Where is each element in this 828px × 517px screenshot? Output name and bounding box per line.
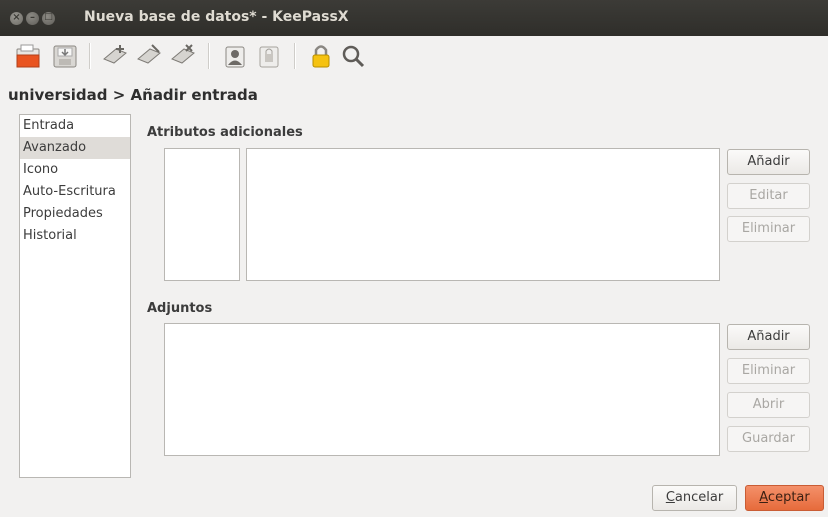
accept-mnemonic: A (759, 490, 768, 505)
toolbar-separator (89, 43, 91, 69)
save-database-button[interactable] (50, 41, 80, 71)
add-attachment-button[interactable]: Añadir (727, 324, 810, 350)
attributes-section-title: Atributos adicionales (147, 125, 303, 140)
page-title: universidad > Añadir entrada (8, 86, 258, 104)
open-attachment-button[interactable]: Abrir (727, 392, 810, 418)
cancel-button[interactable]: Cancelar (652, 485, 737, 511)
save-database-icon (53, 45, 77, 68)
add-entry-button[interactable] (100, 41, 130, 71)
search-icon (342, 45, 365, 68)
toolbar (0, 36, 828, 80)
toolbar-separator (208, 43, 210, 69)
cancel-mnemonic: C (665, 490, 675, 505)
category-item-avanzado[interactable]: Avanzado (20, 137, 130, 159)
window-titlebar: × – □ Nueva base de datos* - KeePassX (0, 0, 828, 36)
search-button[interactable] (338, 41, 368, 71)
close-icon: × (12, 12, 21, 23)
open-database-button[interactable] (14, 41, 44, 71)
copy-password-icon (259, 46, 279, 68)
copy-password-button[interactable] (254, 41, 284, 71)
minimize-icon: – (30, 12, 35, 23)
edit-attribute-button[interactable]: Editar (727, 183, 810, 209)
lock-database-button[interactable] (306, 41, 336, 71)
category-item-entrada[interactable]: Entrada (20, 115, 130, 137)
attribute-value-editor[interactable] (246, 148, 720, 281)
save-attachment-button[interactable]: Guardar (727, 426, 810, 452)
open-database-icon (16, 44, 40, 68)
accept-button[interactable]: Aceptar (745, 485, 824, 511)
accept-label: ceptar (767, 490, 810, 505)
toolbar-separator (294, 43, 296, 69)
category-item-historial[interactable]: Historial (20, 225, 130, 247)
cancel-label: ancelar (674, 490, 724, 505)
category-item-propiedades[interactable]: Propiedades (20, 203, 130, 225)
maximize-window-button[interactable]: □ (42, 12, 55, 25)
delete-attribute-button[interactable]: Eliminar (727, 216, 810, 242)
minimize-window-button[interactable]: – (26, 12, 39, 25)
add-entry-icon (103, 45, 127, 64)
category-item-auto-escritura[interactable]: Auto-Escritura (20, 181, 130, 203)
attachments-list[interactable] (164, 323, 720, 456)
copy-username-icon (225, 46, 245, 68)
lock-database-icon (312, 45, 330, 68)
attribute-names-list[interactable] (164, 148, 240, 281)
delete-entry-button[interactable] (168, 41, 198, 71)
edit-entry-icon (137, 44, 161, 64)
attachments-section-title: Adjuntos (147, 301, 213, 316)
add-attribute-button[interactable]: Añadir (727, 149, 810, 175)
category-item-icono[interactable]: Icono (20, 159, 130, 181)
category-list[interactable]: Entrada Avanzado Icono Auto-Escritura Pr… (19, 114, 131, 478)
maximize-icon: □ (44, 12, 53, 22)
close-window-button[interactable]: × (10, 12, 23, 25)
edit-entry-button[interactable] (134, 41, 164, 71)
window-title: Nueva base de datos* - KeePassX (84, 9, 349, 25)
delete-attachment-button[interactable]: Eliminar (727, 358, 810, 384)
delete-entry-icon (171, 44, 195, 64)
copy-username-button[interactable] (220, 41, 250, 71)
